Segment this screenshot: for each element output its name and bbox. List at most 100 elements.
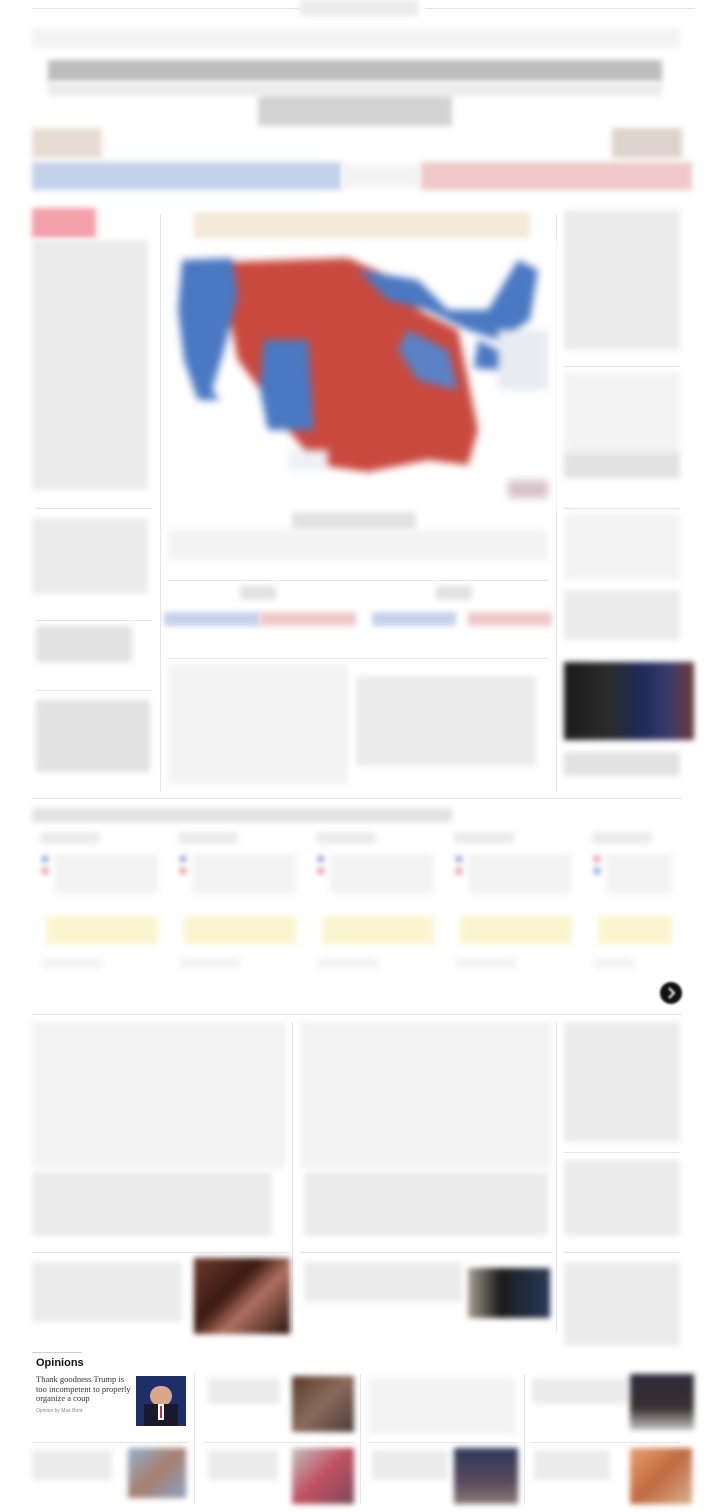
rep-swatch [456,868,462,874]
senate-rep-bar [260,612,356,626]
right-divider-2 [564,508,680,509]
map-legend-bar [194,212,530,240]
dem-swatch [456,856,462,862]
left-story-4[interactable] [36,700,150,772]
state-card-5[interactable] [590,828,676,978]
republican-candidate-photo[interactable] [612,128,682,158]
state-card-footer [42,958,102,968]
carousel-heading [32,808,452,822]
opinion-7-text[interactable] [372,1450,448,1480]
carousel-next-button[interactable] [660,982,682,1004]
right-story-4[interactable] [564,590,680,640]
democrat-candidate-photo[interactable] [32,128,102,158]
masthead-rule-right [425,8,695,9]
right-video-caption[interactable] [564,752,680,776]
left-story-2[interactable] [32,518,148,594]
lead-headline-line-3[interactable] [258,96,452,126]
opinions-row-divider-1 [32,1442,188,1443]
masthead-rule-left [32,8,300,9]
lower-right-story-2[interactable] [564,1160,680,1236]
masthead-logo[interactable] [300,0,418,16]
state-card-numbers [468,854,572,894]
senate-dem-bar [164,612,260,626]
republican-electoral-bar [420,162,692,190]
map-caption-text [168,530,548,560]
opinions-section-title[interactable]: Opinions [36,1357,84,1369]
state-card-footer [594,958,634,968]
right-story-2-headline[interactable] [564,452,680,478]
house-label [436,586,472,600]
lower-story-2-text[interactable] [304,1172,548,1236]
opinions-row-divider-4 [530,1442,680,1443]
opinion-6-text[interactable] [208,1450,278,1480]
lower-story-4-thumbnail[interactable] [468,1268,550,1318]
opinion-6-thumbnail[interactable] [292,1448,354,1504]
opinions-divider-1 [194,1374,195,1504]
state-card-title [592,832,652,844]
state-card-2[interactable] [176,828,300,978]
opinion-8-text[interactable] [534,1450,610,1480]
dem-swatch [180,856,186,862]
opinion-7-thumbnail[interactable] [454,1448,518,1504]
right-story-3[interactable] [564,514,680,580]
house-dem-bar [372,612,456,626]
right-story-2[interactable] [564,372,680,452]
top-kicker [32,28,680,48]
opinion-8-thumbnail[interactable] [630,1448,692,1504]
trend-area [460,916,572,944]
live-label [32,208,96,238]
dem-swatch [42,856,48,862]
lower-divider-right [564,1252,680,1253]
opinion-2-text[interactable] [208,1378,280,1404]
chevron-right-icon [668,987,676,999]
state-card-title [316,832,376,844]
lower-story-3-text[interactable] [32,1262,182,1322]
opinion-2-thumbnail[interactable] [292,1376,354,1432]
opinion-lead-byline[interactable]: Opinion by Max Boot [36,1408,82,1414]
state-card-title [178,832,238,844]
opinion-3-text[interactable] [368,1378,516,1434]
state-card-1[interactable] [38,828,162,978]
lower-story-2-image[interactable] [300,1022,552,1168]
state-card-footer [456,958,516,968]
lower-col-divider-1 [292,1022,293,1332]
portrait-tie [160,1406,162,1418]
opinion-5-text[interactable] [32,1450,112,1480]
rep-swatch [42,868,48,874]
lower-col-divider-2 [556,1022,557,1332]
opinion-4-thumbnail[interactable] [630,1374,694,1430]
lower-right-story-1[interactable] [564,1022,680,1142]
opinions-divider-2 [360,1374,361,1504]
electoral-midpoint [342,164,420,188]
portrait-face [150,1386,172,1406]
election-results-map[interactable] [168,240,558,510]
right-video-thumbnail[interactable] [564,662,694,740]
lower-story-4-text[interactable] [304,1262,462,1302]
left-divider-2 [36,620,152,621]
lower-story-3-thumbnail[interactable] [194,1258,290,1334]
trend-area [184,916,296,944]
lead-headline-line-1[interactable] [48,60,662,82]
right-divider-1 [564,366,680,367]
left-story-main[interactable] [32,240,148,490]
rep-swatch [594,856,600,862]
center-story-text[interactable] [356,676,536,766]
opinion-lead-headline[interactable]: Thank goodness Trump is too incompetent … [36,1374,132,1404]
opinion-4-text[interactable] [532,1378,628,1404]
center-story-image[interactable] [168,664,348,784]
dem-swatch [318,856,324,862]
lower-divider-left [32,1252,290,1253]
lower-right-story-3[interactable] [564,1262,680,1346]
opinion-lead-thumbnail[interactable] [136,1376,186,1426]
lower-story-1-image[interactable] [32,1022,286,1168]
opinion-5-thumbnail[interactable] [128,1448,186,1498]
right-story-1[interactable] [564,210,680,350]
lead-headline-line-2[interactable] [48,82,662,96]
lower-story-1-text[interactable] [32,1172,272,1236]
state-card-3[interactable] [314,828,438,978]
state-card-4[interactable] [452,828,576,978]
trend-area [598,916,672,944]
left-story-3[interactable] [36,626,132,662]
trend-area [46,916,158,944]
opinions-divider-3 [524,1374,525,1504]
